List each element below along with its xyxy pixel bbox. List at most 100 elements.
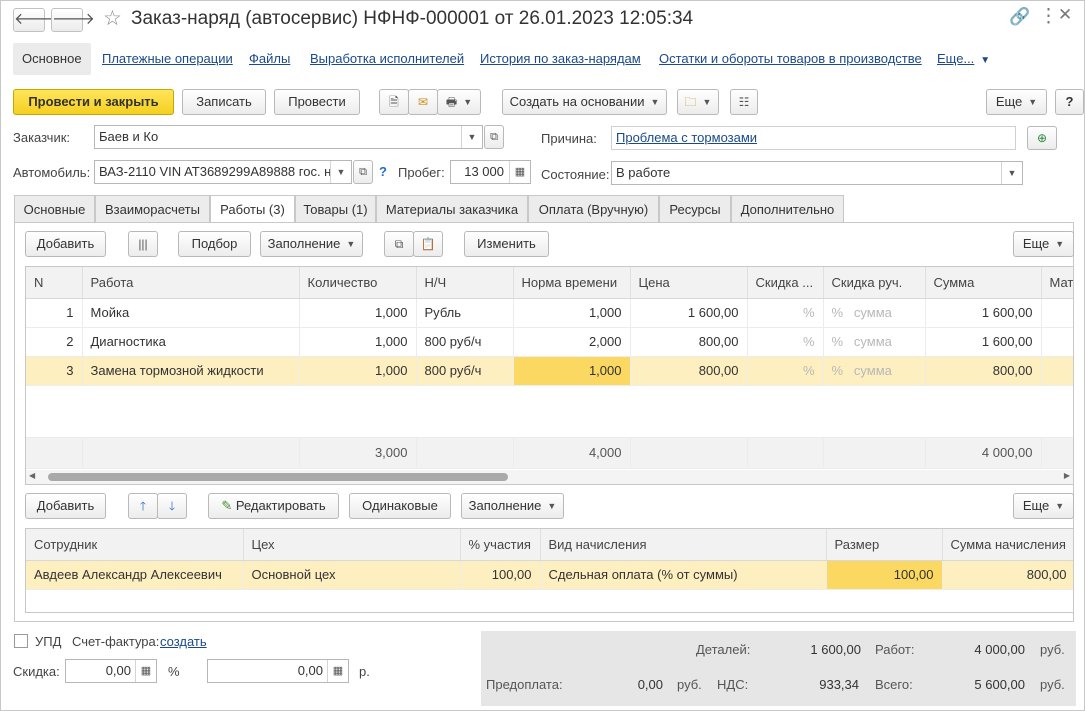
tab-payment[interactable]: Оплата (Вручную) bbox=[528, 195, 659, 223]
exec-add-button[interactable]: Добавить bbox=[25, 493, 106, 519]
link-icon[interactable]: 🔗 bbox=[1009, 7, 1030, 27]
cell-size-current[interactable]: 100,00 bbox=[826, 560, 943, 590]
post-and-close-button[interactable]: Провести и закрыть bbox=[13, 89, 174, 115]
horizontal-scrollbar[interactable]: ◀ ▶ bbox=[26, 470, 1073, 484]
scrollbar-thumb[interactable] bbox=[48, 473, 508, 481]
section-more[interactable]: Еще... ▼ bbox=[937, 43, 990, 75]
post-button[interactable]: Провести bbox=[274, 89, 360, 115]
table-row[interactable]: 2 Диагностика 1,000 800 руб/ч 2,000 800,… bbox=[26, 327, 1073, 357]
col-price[interactable]: Цена bbox=[630, 267, 748, 299]
print-button[interactable]: 🖶 ▼ bbox=[437, 89, 481, 115]
related-docs-button[interactable]: 🗀 ▼ bbox=[677, 89, 719, 115]
upd-checkbox[interactable] bbox=[14, 634, 28, 648]
table-row[interactable]: 1 Мойка 1,000 Рубль 1,000 1 600,00 % % с… bbox=[26, 298, 1073, 328]
chevron-down-icon[interactable]: ▼ bbox=[330, 161, 351, 183]
col-discount-manual[interactable]: Скидка руч. bbox=[823, 267, 926, 299]
col-work[interactable]: Работа bbox=[82, 267, 300, 299]
help-button[interactable]: ? bbox=[1055, 89, 1084, 115]
cell-discount-pct: % bbox=[747, 356, 824, 386]
works-pick-button[interactable]: Подбор bbox=[178, 231, 251, 257]
works-fill-button[interactable]: Заполнение ▼ bbox=[260, 231, 363, 257]
col-n[interactable]: N bbox=[26, 267, 83, 299]
state-field[interactable]: В работе ▼ bbox=[611, 161, 1023, 185]
cell-accrual-sum: 800,00 bbox=[942, 560, 1073, 590]
report-clock-icon[interactable]: 🗎 bbox=[379, 89, 409, 115]
exec-more-label: Еще bbox=[1022, 498, 1050, 513]
col-discount-auto[interactable]: Скидка ... bbox=[747, 267, 824, 299]
col-materials[interactable]: Мат bbox=[1041, 267, 1073, 299]
car-label: Автомобиль: bbox=[13, 165, 91, 180]
move-up-icon[interactable]: 🡑 bbox=[128, 493, 158, 519]
works-label: Работ: bbox=[875, 642, 915, 657]
section-payments[interactable]: Платежные операции bbox=[102, 43, 233, 75]
more-button[interactable]: Еще ▼ bbox=[986, 89, 1047, 115]
tab-basic[interactable]: Основные bbox=[14, 195, 95, 223]
invoice-create-link[interactable]: создать bbox=[160, 634, 207, 649]
calculator-icon[interactable]: ▦ bbox=[327, 660, 348, 682]
create-based-on-button[interactable]: Создать на основании ▼ bbox=[502, 89, 667, 115]
tab-resources[interactable]: Ресурсы bbox=[659, 195, 731, 223]
works-rub: руб. bbox=[1040, 642, 1065, 657]
scroll-left-icon[interactable]: ◀ bbox=[29, 471, 35, 480]
reason-field[interactable]: Проблема с тормозами bbox=[611, 126, 1016, 150]
section-executors-output[interactable]: Выработка исполнителей bbox=[310, 43, 464, 75]
forward-button[interactable]: 🡒 bbox=[51, 8, 95, 32]
section-files[interactable]: Файлы bbox=[249, 43, 290, 75]
tab-settlements[interactable]: Взаиморасчеты bbox=[95, 195, 210, 223]
chevron-down-icon[interactable]: ▼ bbox=[461, 126, 482, 148]
save-button[interactable]: Записать bbox=[182, 89, 266, 115]
table-row-selected[interactable]: Авдеев Александр Алексеевич Основной цех… bbox=[26, 560, 1073, 590]
col-qty[interactable]: Количество bbox=[299, 267, 417, 299]
tab-customer-materials[interactable]: Материалы заказчика bbox=[376, 195, 528, 223]
exec-same-button[interactable]: Одинаковые bbox=[349, 493, 451, 519]
discount-pct-field[interactable]: 0,00 ▦ bbox=[65, 659, 157, 683]
help-question-icon[interactable]: ? bbox=[379, 164, 387, 179]
exec-edit-button[interactable]: ✎ Редактировать bbox=[208, 493, 339, 519]
section-stock-production[interactable]: Остатки и обороты товаров в производстве bbox=[659, 43, 922, 75]
car-field[interactable]: ВАЗ-2110 VIN AT3689299A89888 гос. н ▼ bbox=[94, 160, 352, 184]
customer-field[interactable]: Баев и Ко ▼ bbox=[94, 125, 483, 149]
executors-table[interactable]: Сотрудник Цех % участия Вид начисления Р… bbox=[25, 528, 1074, 613]
calculator-icon[interactable]: ▦ bbox=[135, 660, 156, 682]
col-accrual-sum[interactable]: Сумма начисления bbox=[942, 529, 1073, 561]
exec-fill-button[interactable]: Заполнение ▼ bbox=[461, 493, 564, 519]
works-more-button[interactable]: Еще ▼ bbox=[1013, 231, 1074, 257]
col-shop[interactable]: Цех bbox=[243, 529, 461, 561]
copy-icon[interactable]: ⧉ bbox=[384, 231, 414, 257]
move-down-icon[interactable]: 🡓 bbox=[157, 493, 187, 519]
envelope-icon[interactable]: ✉ bbox=[408, 89, 438, 115]
barcode-icon[interactable]: ||| bbox=[128, 231, 158, 257]
section-order-history[interactable]: История по заказ-нарядам bbox=[480, 43, 641, 75]
table-row-selected[interactable]: 3 Замена тормозной жидкости 1,000 800 ру… bbox=[26, 356, 1073, 386]
favorite-star-icon[interactable]: ☆ bbox=[103, 6, 122, 31]
col-size[interactable]: Размер bbox=[826, 529, 943, 561]
tab-additional[interactable]: Дополнительно bbox=[731, 195, 844, 223]
discount-label: Скидка: bbox=[13, 664, 60, 679]
works-change-button[interactable]: Изменить bbox=[464, 231, 549, 257]
tab-works[interactable]: Работы (3) bbox=[210, 195, 295, 224]
col-norm[interactable]: Норма времени bbox=[513, 267, 631, 299]
col-sum[interactable]: Сумма bbox=[925, 267, 1042, 299]
cell-norm-current[interactable]: 1,000 bbox=[513, 356, 631, 386]
exec-more-button[interactable]: Еще ▼ bbox=[1013, 493, 1074, 519]
chevron-down-icon[interactable]: ▼ bbox=[1001, 162, 1022, 184]
col-participation[interactable]: % участия bbox=[460, 529, 541, 561]
works-add-button[interactable]: Добавить bbox=[25, 231, 106, 257]
works-table[interactable]: N Работа Количество Н/Ч Норма времени Це… bbox=[25, 266, 1074, 485]
structure-icon[interactable]: ☷ bbox=[730, 89, 758, 115]
col-employee[interactable]: Сотрудник bbox=[26, 529, 244, 561]
tab-goods[interactable]: Товары (1) bbox=[295, 195, 376, 223]
add-reason-icon[interactable]: ⊕ bbox=[1027, 126, 1057, 150]
back-button[interactable]: 🡐 bbox=[13, 8, 57, 32]
scroll-right-icon[interactable]: ▶ bbox=[1064, 471, 1070, 480]
col-accrual-kind[interactable]: Вид начисления bbox=[540, 529, 827, 561]
open-icon[interactable]: ⧉ bbox=[353, 160, 373, 184]
discount-sum-field[interactable]: 0,00 ▦ bbox=[207, 659, 349, 683]
section-main[interactable]: Основное bbox=[13, 43, 91, 75]
open-icon[interactable]: ⧉ bbox=[484, 125, 504, 149]
close-icon[interactable]: ✕ bbox=[1058, 5, 1072, 25]
calculator-icon[interactable]: ▦ bbox=[509, 161, 530, 183]
col-nh[interactable]: Н/Ч bbox=[416, 267, 514, 299]
menu-dots-icon[interactable]: ⋮ bbox=[1039, 5, 1058, 28]
mileage-field[interactable]: 13 000 ▦ bbox=[450, 160, 531, 184]
